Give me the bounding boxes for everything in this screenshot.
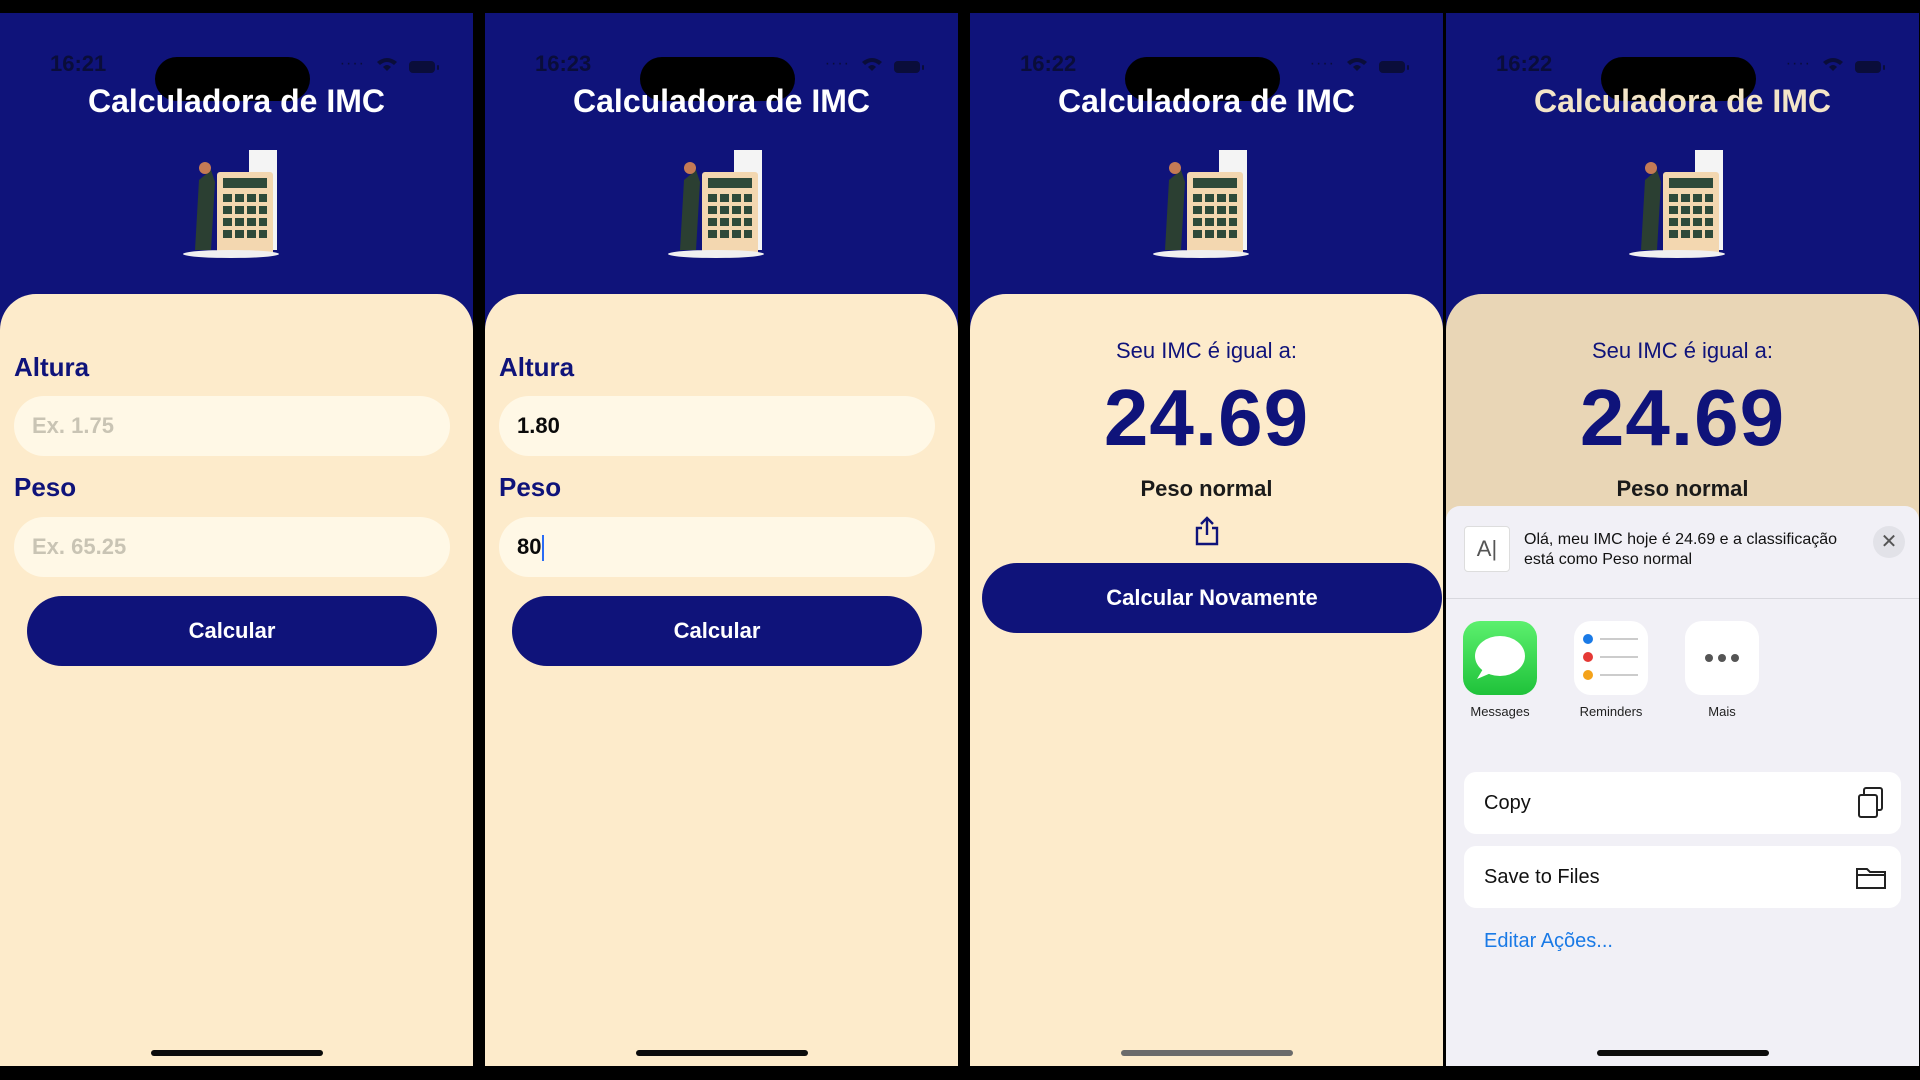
peso-value: 80 (517, 534, 542, 559)
calculator-illustration (183, 150, 279, 258)
battery-icon (1855, 61, 1885, 73)
altura-value: 1.80 (517, 413, 560, 438)
battery-icon (894, 61, 924, 73)
messages-icon (1463, 621, 1537, 695)
peso-label: Peso (499, 472, 562, 502)
imc-value: 24.69 (1103, 373, 1310, 462)
wifi-icon (1347, 58, 1367, 71)
status-bar: 16:22 ···· (970, 41, 1443, 101)
share-preview-text: Olá, meu IMC hoje é 24.69 e a classifica… (1524, 531, 1838, 568)
home-indicator (1596, 1050, 1769, 1056)
signal-icon: ···· (339, 55, 365, 72)
screen-input-empty: 16:21 ···· Calculadora de IMC Altura Ex.… (0, 13, 473, 1066)
text-preview-icon: A| (1464, 526, 1510, 572)
share-app-reminders[interactable]: Reminders (1573, 621, 1649, 719)
result-sheet: Seu IMC é igual a: 24.69 Peso normal Cal… (970, 294, 1443, 1066)
status-bar: 16:23 ···· (485, 41, 958, 101)
page-title: Calculadora de IMC (1058, 83, 1355, 119)
status-time: 16:22 (1020, 51, 1077, 76)
signal-icon: ···· (1785, 55, 1811, 72)
reminders-icon (1574, 621, 1648, 695)
page-title: Calculadora de IMC (573, 83, 870, 119)
altura-label: Altura (14, 352, 90, 382)
share-app-messages[interactable]: Messages (1462, 621, 1538, 719)
copy-action[interactable]: Copy (1464, 772, 1901, 834)
battery-icon (409, 61, 439, 73)
signal-icon: ···· (824, 55, 850, 72)
page-title: Calculadora de IMC (88, 83, 385, 119)
calcular-button[interactable]: Calcular (27, 596, 437, 666)
classification: Peso normal (1140, 476, 1273, 501)
calculator-illustration (1153, 150, 1249, 258)
peso-input[interactable]: 80 (499, 517, 935, 577)
screen-input-filled: 16:23 ···· Calculadora de IMC Altura 1.8… (485, 13, 958, 1066)
app-label: Messages (1470, 704, 1530, 719)
status-time: 16:22 (1496, 51, 1553, 76)
save-files-label: Save to Files (1484, 866, 1600, 888)
status-bar: 16:22 ···· (1446, 41, 1919, 101)
peso-label: Peso (14, 472, 77, 502)
result-label: Seu IMC é igual a: (1592, 338, 1773, 363)
folder-icon (1856, 868, 1886, 889)
share-sheet: A| Olá, meu IMC hoje é 24.69 e a classif… (1446, 506, 1919, 1066)
battery-icon (1379, 61, 1409, 73)
wifi-icon (1823, 58, 1843, 71)
status-time: 16:21 (50, 51, 107, 76)
edit-actions-link[interactable]: Editar Ações... (1484, 930, 1613, 953)
classification: Peso normal (1616, 476, 1749, 501)
page-title: Calculadora de IMC (1534, 83, 1831, 119)
form-sheet: Altura 1.80 Peso 80 Calcular (485, 294, 958, 1066)
more-icon (1685, 621, 1759, 695)
save-to-files-action[interactable]: Save to Files (1464, 846, 1901, 908)
copy-icon (1858, 787, 1883, 818)
home-indicator (1120, 1050, 1293, 1056)
screen-share: 16:22 ···· Calculadora de IMC Seu IMC é … (1446, 13, 1919, 1066)
result-label: Seu IMC é igual a: (1116, 338, 1297, 363)
altura-label: Altura (499, 352, 575, 382)
home-indicator (635, 1050, 808, 1056)
status-bar: 16:21 ···· (0, 41, 473, 101)
form-sheet: Altura Ex. 1.75 Peso Ex. 65.25 Calcular (0, 294, 473, 1066)
altura-input[interactable]: Ex. 1.75 (14, 396, 450, 456)
home-indicator (150, 1050, 323, 1056)
screen-result: 16:22 ···· Calculadora de IMC Seu IMC é … (970, 13, 1443, 1066)
calculator-illustration (668, 150, 764, 258)
calcular-button[interactable]: Calcular (512, 596, 922, 666)
peso-input[interactable]: Ex. 65.25 (14, 517, 450, 577)
wifi-icon (377, 58, 397, 71)
imc-value: 24.69 (1579, 373, 1786, 462)
text-cursor (542, 535, 545, 562)
app-label: Reminders (1579, 704, 1643, 719)
share-header: A| Olá, meu IMC hoje é 24.69 e a classif… (1446, 506, 1919, 599)
share-icon[interactable] (1194, 516, 1220, 546)
altura-input[interactable]: 1.80 (499, 396, 935, 456)
wifi-icon (862, 58, 882, 71)
calcular-novamente-button[interactable]: Calcular Novamente (982, 563, 1442, 633)
share-app-more[interactable]: Mais (1684, 621, 1760, 719)
status-time: 16:23 (535, 51, 592, 76)
close-icon[interactable]: ✕ (1873, 526, 1905, 558)
copy-label: Copy (1484, 792, 1531, 814)
signal-icon: ···· (1309, 55, 1335, 72)
calculator-illustration (1629, 150, 1725, 258)
app-label: Mais (1708, 704, 1736, 719)
